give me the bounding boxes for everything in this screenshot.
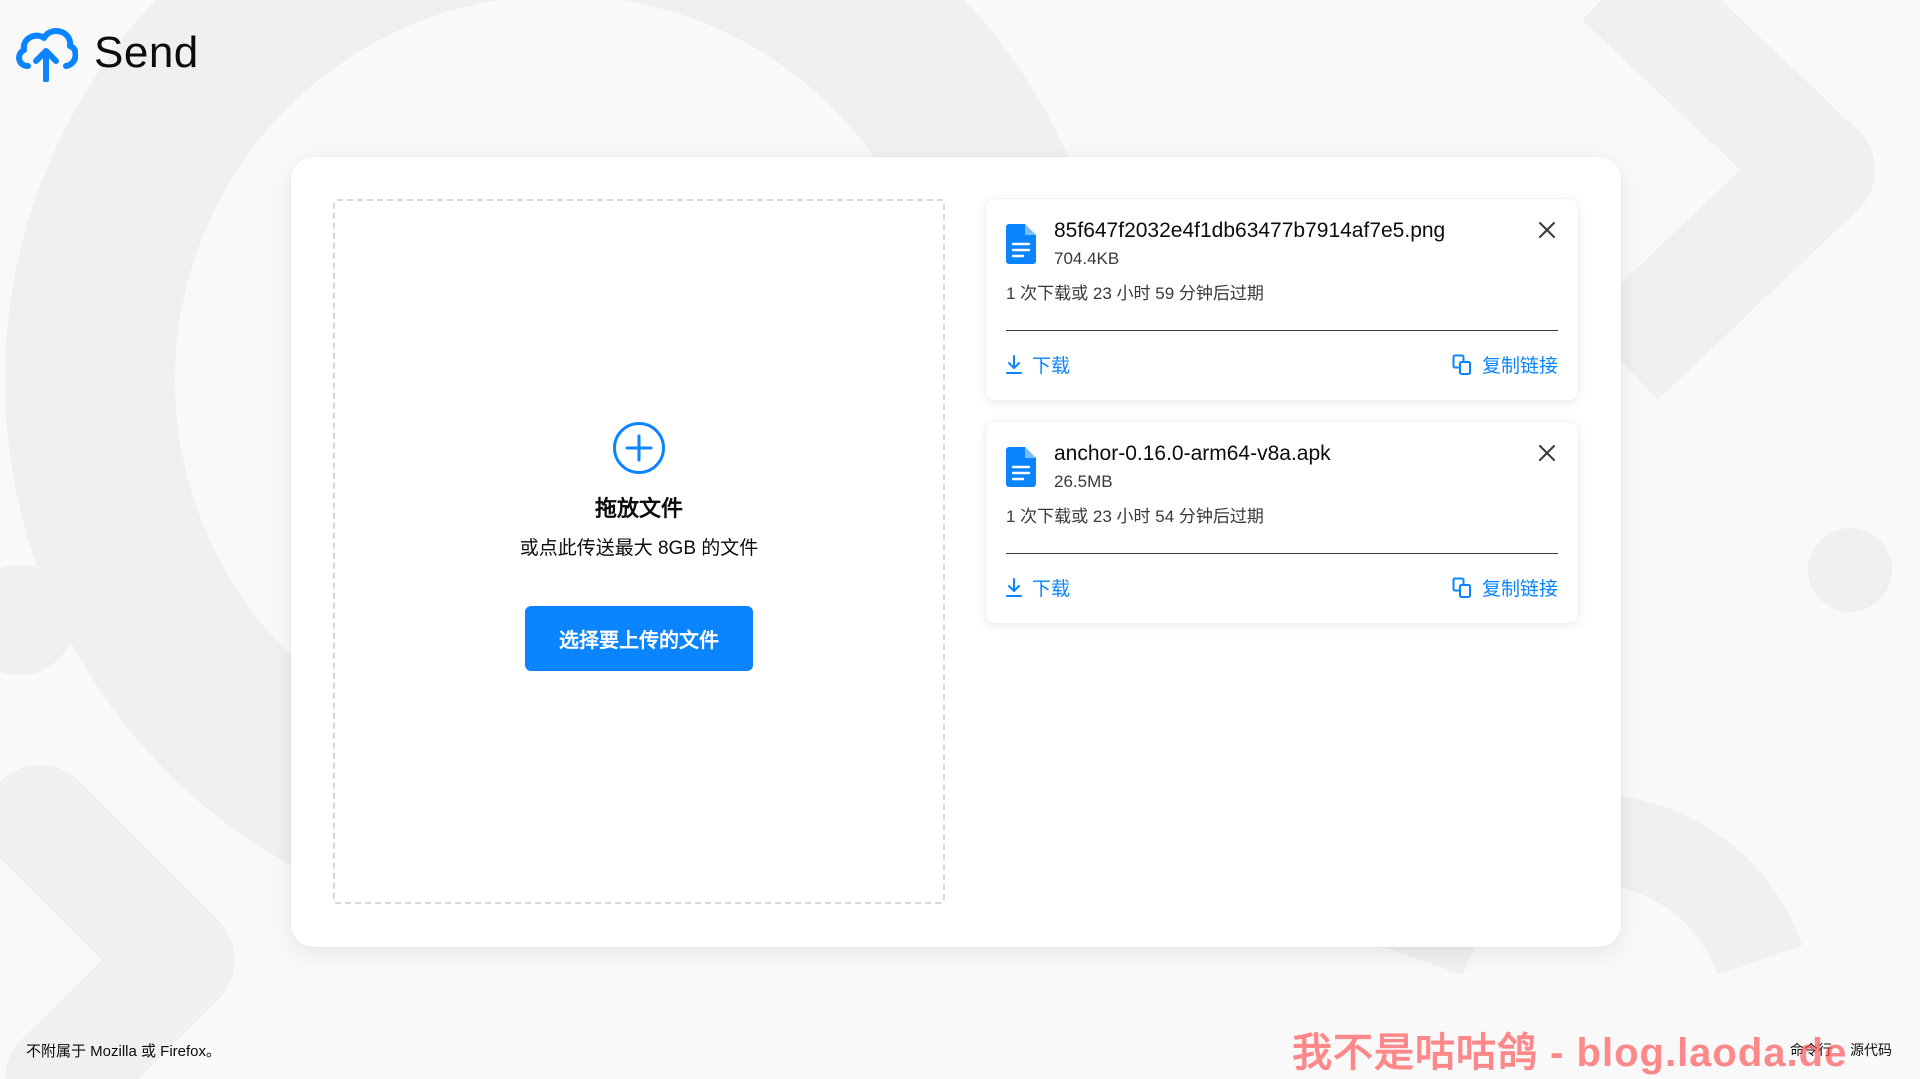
copy-link-button[interactable]: 复制链接 [1452, 574, 1558, 601]
dropzone-title: 拖放文件 [594, 496, 683, 521]
file-expiry: 1 次下载或 23 小时 59 分钟后过期 [1006, 284, 1264, 303]
uploaded-files-list: 85f647f2032e4f1db63477b7914af7e5.png 704… [986, 199, 1578, 645]
dropzone-subtitle: 或点此传送最大 8GB 的文件 [519, 538, 759, 559]
download-icon [1006, 354, 1022, 374]
divider [1006, 330, 1558, 331]
close-icon[interactable] [1536, 442, 1558, 464]
file-size: 26.5MB [1054, 472, 1113, 491]
file-card: anchor-0.16.0-arm64-v8a.apk 26.5MB 1 次下载… [986, 422, 1578, 623]
footer-link-source[interactable]: 源代码 [1850, 1040, 1892, 1060]
close-icon[interactable] [1536, 219, 1558, 241]
copy-link-button[interactable]: 复制链接 [1452, 351, 1558, 378]
copy-link-label: 复制链接 [1481, 356, 1558, 377]
download-label: 下载 [1032, 579, 1071, 600]
file-expiry: 1 次下载或 23 小时 54 分钟后过期 [1006, 507, 1264, 526]
download-label: 下载 [1032, 356, 1071, 377]
download-button[interactable]: 下载 [1006, 351, 1070, 378]
document-icon [1006, 224, 1036, 264]
app-title[interactable]: Send [94, 28, 199, 78]
file-name: 85f647f2032e4f1db63477b7914af7e5.png [1054, 219, 1446, 242]
app-header: Send [14, 24, 199, 82]
file-card: 85f647f2032e4f1db63477b7914af7e5.png 704… [986, 199, 1578, 400]
download-button[interactable]: 下载 [1006, 574, 1070, 601]
copy-link-icon [1452, 354, 1471, 375]
document-icon [1006, 447, 1036, 487]
download-icon [1006, 577, 1022, 597]
watermark-text: 我不是咕咕鸽 - blog.laoda.de [1292, 1031, 1848, 1075]
main-card: 拖放文件 或点此传送最大 8GB 的文件 选择要上传的文件 85f647f203… [291, 157, 1621, 947]
file-size: 704.4KB [1054, 249, 1120, 268]
cloud-upload-icon[interactable] [14, 24, 78, 82]
file-name: anchor-0.16.0-arm64-v8a.apk [1054, 442, 1331, 465]
copy-link-label: 复制链接 [1481, 579, 1558, 600]
plus-circle-icon [613, 422, 665, 474]
copy-link-icon [1452, 577, 1471, 598]
select-files-button[interactable]: 选择要上传的文件 [525, 606, 753, 671]
divider [1006, 553, 1558, 554]
footer-disclaimer: 不附属于 Mozilla 或 Firefox。 [26, 1043, 222, 1060]
upload-dropzone[interactable]: 拖放文件 或点此传送最大 8GB 的文件 选择要上传的文件 [333, 199, 945, 904]
